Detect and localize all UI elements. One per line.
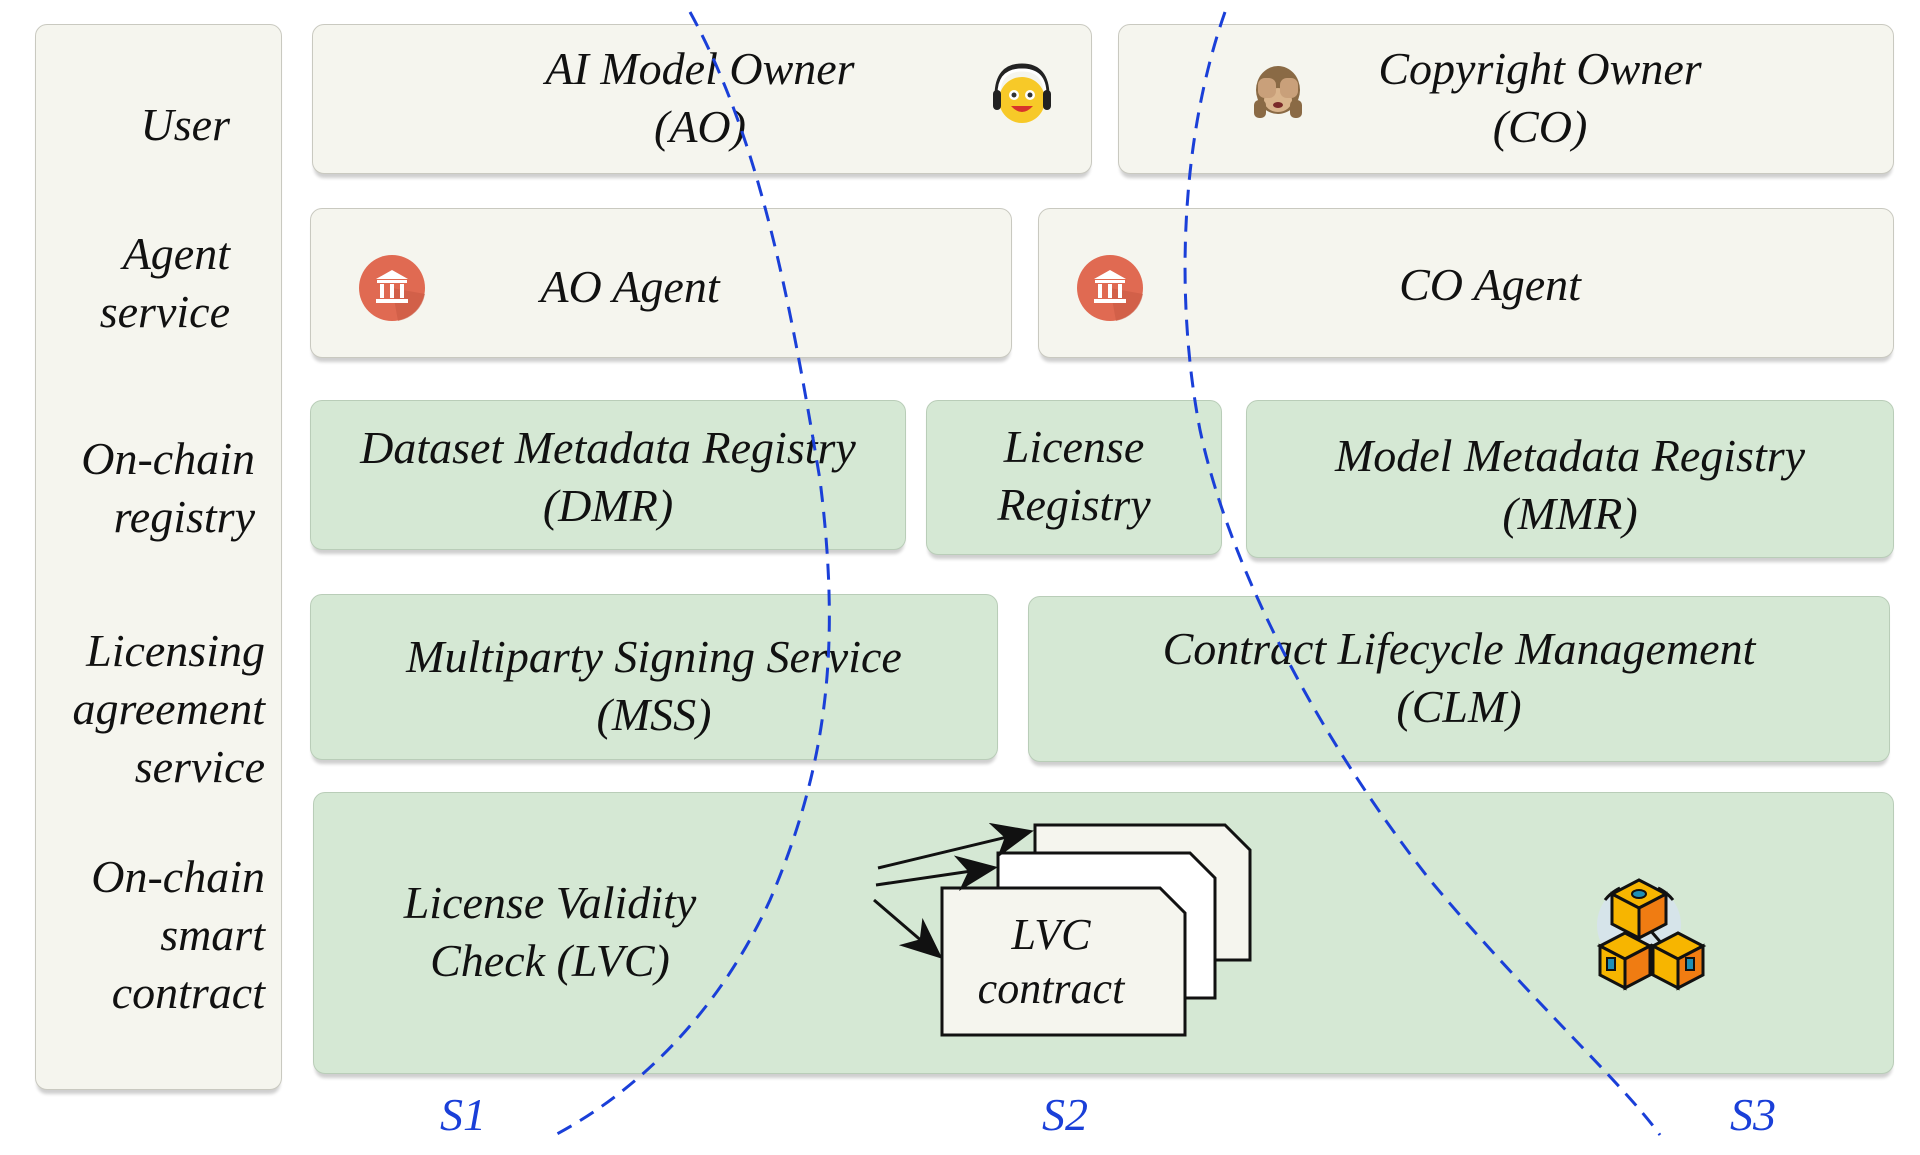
- layer-label-line: Agent: [122, 228, 230, 279]
- text-line: (CO): [1492, 101, 1588, 152]
- multiparty-signing-service-label: Multiparty Signing Service (MSS): [310, 628, 998, 744]
- cube-right: [1649, 931, 1707, 991]
- lvc-contract-label: LVC contract: [942, 908, 1160, 1016]
- layer-label-licensing-agreement-service: Licensing agreement service: [30, 622, 265, 796]
- text-line: (DMR): [542, 480, 674, 531]
- layer-label-line: User: [140, 99, 230, 150]
- text-line: Model Metadata Registry: [1334, 430, 1806, 481]
- ai-model-owner-label: AI Model Owner (AO): [420, 40, 980, 156]
- layer-label-line: smart: [160, 909, 265, 960]
- model-metadata-registry-label: Model Metadata Registry (MMR): [1246, 427, 1894, 543]
- text-line: Contract Lifecycle Management: [1162, 623, 1756, 674]
- text-line: AO Agent: [540, 261, 720, 312]
- text-line: AI Model Owner: [545, 43, 855, 94]
- license-validity-check-label: License Validity Check (LVC): [360, 874, 740, 990]
- text-line: Multiparty Signing Service: [406, 631, 902, 682]
- layer-label-line: Licensing: [86, 625, 265, 676]
- scenario-label-s1: S1: [440, 1089, 486, 1140]
- text-line: contract: [977, 964, 1125, 1013]
- text-line: (MMR): [1502, 488, 1638, 539]
- layer-label-line: service: [134, 741, 265, 792]
- ao-agent-label: AO Agent: [470, 258, 790, 316]
- arrow-to-front-card: [873, 898, 943, 959]
- layer-label-line: contract: [111, 967, 265, 1018]
- text-line: Registry: [997, 479, 1151, 530]
- bank-icon: [359, 255, 425, 321]
- layer-label-line: On-chain: [81, 433, 255, 484]
- headphones-smiley-icon: [993, 63, 1051, 123]
- contract-lifecycle-management-label: Contract Lifecycle Management (CLM): [1028, 620, 1890, 736]
- co-agent-label: CO Agent: [1330, 256, 1650, 314]
- cube-top: [1608, 878, 1670, 941]
- scenario-label-s2: S2: [1042, 1089, 1088, 1140]
- arrow-to-middle-card: [875, 855, 998, 892]
- dataset-metadata-registry-label: Dataset Metadata Registry (DMR): [310, 419, 906, 535]
- layer-label-on-chain-registry: On-chain registry: [40, 430, 255, 546]
- layer-label-line: registry: [113, 491, 255, 542]
- see-no-evil-monkey-icon: [1254, 66, 1302, 118]
- license-registry-label: License Registry: [926, 418, 1222, 534]
- layer-label-line: On-chain: [91, 851, 265, 902]
- copyright-owner-label: Copyright Owner (CO): [1300, 40, 1780, 156]
- scenario-label-s3: S3: [1730, 1089, 1776, 1140]
- blockchain-cubes-icon: [1596, 878, 1707, 991]
- layer-label-agent-service: Agent service: [40, 225, 230, 341]
- layer-label-line: agreement: [72, 683, 265, 734]
- cube-left: [1596, 931, 1654, 991]
- text-line: (MSS): [596, 689, 712, 740]
- text-line: License: [1003, 421, 1145, 472]
- text-line: CO Agent: [1399, 259, 1581, 310]
- text-line: Check (LVC): [430, 935, 670, 986]
- text-line: (AO): [654, 101, 746, 152]
- text-line: Copyright Owner: [1378, 43, 1702, 94]
- layer-label-on-chain-smart-contract: On-chain smart contract: [40, 848, 265, 1022]
- layer-label-user: User: [40, 96, 230, 154]
- bank-icon: [1077, 255, 1143, 321]
- layer-label-line: service: [99, 286, 230, 337]
- text-line: Dataset Metadata Registry: [360, 422, 856, 473]
- text-line: LVC: [1011, 910, 1091, 959]
- text-line: License Validity: [403, 877, 697, 928]
- text-line: (CLM): [1396, 681, 1522, 732]
